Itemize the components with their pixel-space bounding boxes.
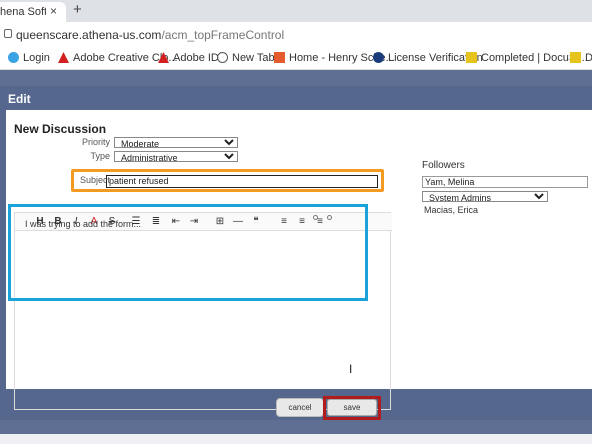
adobe-icon	[158, 52, 169, 63]
bookmark-label: Do	[585, 52, 592, 64]
editor-content-text: I was trying to add the form...	[25, 219, 142, 229]
save-button[interactable]: save	[327, 399, 377, 416]
page-footer	[0, 434, 592, 444]
type-label: Type	[90, 151, 110, 161]
url-path: /acm_topFrameControl	[161, 28, 285, 42]
address-bar[interactable]: queenscare.athena-us.com/acm_topFrameCon…	[0, 22, 592, 46]
footer-strip	[0, 420, 592, 444]
bookmark-label: Adobe ID	[173, 52, 219, 64]
lock-icon	[4, 29, 12, 38]
browser-tab[interactable]: hena Softwa ×	[0, 2, 66, 22]
globe-icon	[217, 52, 228, 63]
bookmark-label: New Tab	[232, 52, 275, 64]
url-host: queenscare.athena-us.com	[16, 28, 162, 42]
dialog-title: Edit	[8, 92, 31, 106]
priority-label: Priority	[81, 137, 110, 147]
bookmark-login[interactable]: Login	[8, 52, 50, 66]
cloud-icon	[8, 52, 19, 63]
close-tab-icon[interactable]: ×	[50, 4, 57, 18]
bookmark-label: Login	[23, 52, 50, 64]
follower-name: Macias, Erica	[424, 205, 479, 215]
circle-icon	[313, 215, 318, 220]
panel-title: New Discussion	[14, 122, 107, 136]
follower-group-select[interactable]: System Admins	[422, 191, 548, 202]
new-tab-icon[interactable]: +	[73, 1, 82, 18]
subject-input[interactable]: patient refused	[106, 175, 378, 188]
cancel-button[interactable]: cancel	[276, 398, 324, 417]
bookmark-adobe-id[interactable]: Adobe ID	[158, 52, 219, 66]
seal-icon	[373, 52, 384, 63]
adobe-icon	[58, 52, 69, 63]
url-text[interactable]: queenscare.athena-us.com/acm_topFrameCon…	[16, 28, 284, 42]
bookmark-new-tab[interactable]: New Tab	[217, 52, 275, 66]
henry-schein-icon	[274, 52, 285, 63]
type-select[interactable]: Administrative	[114, 151, 238, 162]
browser-tabstrip: hena Softwa × +	[0, 0, 592, 22]
browser-tab-title: hena Softwa	[0, 6, 46, 18]
text-cursor-icon: I	[349, 362, 353, 376]
followers-title: Followers	[422, 160, 465, 171]
bookmarks-bar: Login Adobe Creative Clo... Adobe ID New…	[0, 46, 592, 70]
download-icon	[570, 52, 581, 63]
circle-icon	[327, 215, 332, 220]
edit-dialog: Edit New Discussion Priority Moderate Ty…	[0, 86, 592, 420]
bookmark-docusign-2[interactable]: Do	[570, 52, 592, 66]
priority-select[interactable]: Moderate	[114, 137, 238, 148]
download-icon	[466, 52, 477, 63]
editor-content-area[interactable]: I was trying to add the form...	[8, 204, 368, 301]
followers-input[interactable]: Yam, Melina	[422, 176, 588, 188]
